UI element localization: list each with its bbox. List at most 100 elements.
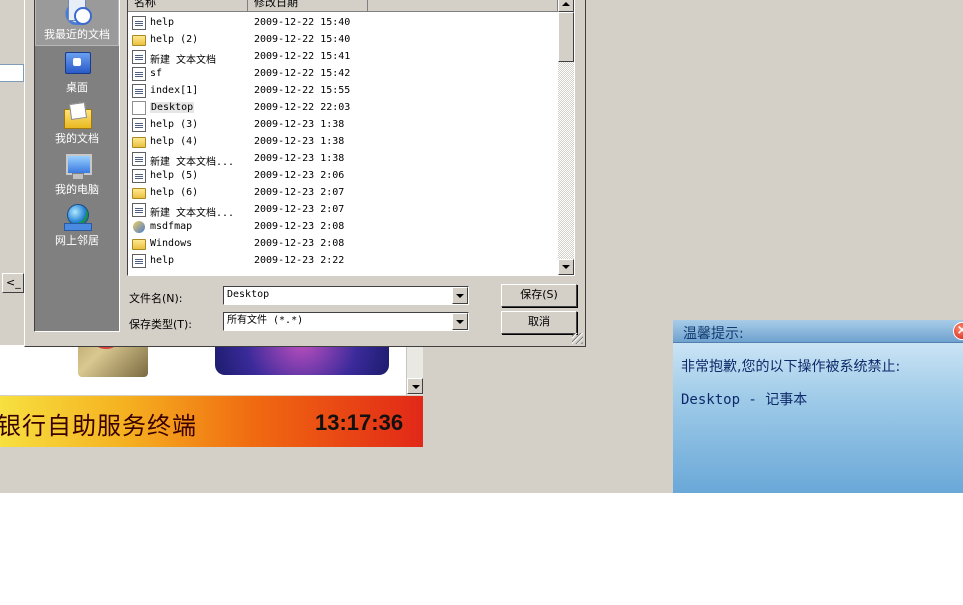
resize-grip-icon[interactable] (572, 333, 583, 344)
file-icon (132, 16, 146, 30)
promo-image-left[interactable] (78, 345, 148, 377)
place-network[interactable]: 网上邻居 (35, 203, 119, 253)
cancel-button[interactable]: 取消 (501, 311, 577, 334)
file-row[interactable]: Windows 2009-12-23 2:08 (128, 236, 558, 253)
file-row[interactable]: 新建 文本文档... 2009-12-23 2:07 (128, 202, 558, 219)
place-label: 我的电脑 (55, 183, 99, 196)
recent-documents-icon (62, 0, 92, 25)
file-row[interactable]: help (2) 2009-12-22 15:40 (128, 32, 558, 49)
save-button[interactable]: 保存(S) (501, 284, 577, 307)
file-icon (132, 84, 146, 98)
notification-title: 温馨提示: (683, 326, 744, 342)
file-date: 2009-12-23 1:38 (254, 119, 345, 130)
place-desktop[interactable]: 桌面 (35, 50, 119, 100)
kiosk-left-frame: <_ (0, 0, 24, 345)
file-row[interactable]: help (6) 2009-12-23 2:07 (128, 185, 558, 202)
file-row[interactable]: 新建 文本文档 2009-12-22 15:41 (128, 49, 558, 66)
filetype-dropdown-button[interactable] (452, 313, 468, 330)
file-icon (132, 254, 146, 268)
scroll-down-button[interactable] (558, 259, 574, 275)
file-row[interactable]: sf 2009-12-22 15:42 (128, 66, 558, 83)
notification-message: 非常抱歉,您的以下操作被系统禁止: (681, 359, 901, 375)
folder-icon (132, 239, 146, 250)
promo-image-right[interactable] (215, 345, 389, 375)
file-icon (132, 118, 146, 132)
file-name: help (5) (150, 170, 199, 181)
kiosk-scroll-left-button[interactable]: <_ (2, 273, 24, 293)
scroll-thumb[interactable] (558, 12, 574, 62)
file-date: 2009-12-23 1:38 (254, 153, 345, 164)
kiosk-content-area (0, 345, 406, 395)
notification-blocked-app: Desktop - 记事本 (681, 392, 808, 408)
file-row[interactable]: 新建 文本文档... 2009-12-23 1:38 (128, 151, 558, 168)
place-recent-documents[interactable]: 我最近的文档 (35, 0, 119, 46)
file-date: 2009-12-22 15:40 (254, 17, 351, 28)
filetype-value: 所有文件 (*.*) (227, 315, 304, 326)
file-date: 2009-12-23 2:22 (254, 255, 345, 266)
file-icon (132, 50, 146, 64)
desktop-icon (62, 50, 92, 78)
kiosk-title: 银行自助服务终端 (0, 412, 197, 440)
file-row[interactable]: help (3) 2009-12-23 1:38 (128, 117, 558, 134)
file-name: index[1] (150, 85, 199, 96)
file-date: 2009-12-23 2:07 (254, 187, 345, 198)
filename-dropdown-button[interactable] (452, 287, 468, 304)
file-name: msdfmap (150, 221, 193, 232)
file-row[interactable]: index[1] 2009-12-22 15:55 (128, 83, 558, 100)
network-places-icon (62, 203, 92, 231)
folder-icon (132, 188, 146, 199)
scroll-up-button[interactable] (558, 0, 574, 12)
place-label: 网上邻居 (55, 234, 99, 247)
file-row[interactable]: help 2009-12-23 2:22 (128, 253, 558, 270)
folder-icon (132, 35, 146, 46)
file-list[interactable]: 名称 修改日期 help 2009-12-22 15:40 help (2) 2009… (127, 0, 575, 276)
file-date: 2009-12-22 15:55 (254, 85, 351, 96)
place-label: 我的文档 (55, 132, 99, 145)
file-name: 新建 文本文档 (150, 55, 217, 66)
filename-combobox[interactable]: Desktop (223, 286, 469, 305)
file-name: help (150, 255, 175, 266)
filename-value: Desktop (227, 289, 270, 300)
file-date: 2009-12-22 22:03 (254, 102, 351, 113)
kiosk-footer-banner: 银行自助服务终端 13:17:36 (0, 396, 423, 447)
file-date: 2009-12-23 1:38 (254, 136, 345, 147)
place-my-computer[interactable]: 我的电脑 (35, 152, 119, 202)
file-row[interactable]: Desktop 2009-12-22 22:03 (128, 100, 558, 117)
file-name: help (4) (150, 136, 199, 147)
file-row[interactable]: msdfmap 2009-12-23 2:08 (128, 219, 558, 236)
my-computer-icon (62, 152, 92, 180)
warning-notification: 温馨提示: × 非常抱歉,您的以下操作被系统禁止: Desktop - 记事本 (673, 320, 963, 493)
file-name: 新建 文本文档... (150, 157, 235, 168)
file-date: 2009-12-23 2:07 (254, 204, 345, 215)
application-icon (132, 220, 146, 234)
file-name: Windows (150, 238, 193, 249)
file-date: 2009-12-23 2:06 (254, 170, 345, 181)
file-name: 新建 文本文档... (150, 208, 235, 219)
place-my-documents[interactable]: 我的文档 (35, 101, 119, 151)
kiosk-scroll-down-button[interactable] (407, 378, 423, 394)
file-date: 2009-12-22 15:40 (254, 34, 351, 45)
file-name: help (6) (150, 187, 199, 198)
file-name: help (150, 17, 175, 28)
folder-icon (132, 137, 146, 148)
file-icon (132, 152, 146, 166)
file-row[interactable]: help (4) 2009-12-23 1:38 (128, 134, 558, 151)
file-row[interactable]: help 2009-12-22 15:40 (128, 15, 558, 32)
kiosk-left-input[interactable] (0, 64, 24, 82)
file-name: Desktop (150, 102, 195, 113)
filetype-label: 保存类型(T): (129, 318, 193, 331)
place-label: 我最近的文档 (44, 28, 110, 41)
file-list-scrollbar[interactable] (558, 0, 574, 275)
notification-titlebar: 温馨提示: (673, 320, 963, 343)
column-header-empty[interactable] (368, 0, 558, 12)
save-dialog: 我最近的文档 桌面 我的文档 我的电脑 网上邻居 名称 修改日期 help 200… (24, 0, 586, 347)
file-name: help (3) (150, 119, 199, 130)
filename-label: 文件名(N): (129, 292, 183, 305)
column-header-name[interactable]: 名称 (128, 0, 248, 12)
filetype-combobox[interactable]: 所有文件 (*.*) (223, 312, 469, 331)
file-icon (132, 169, 146, 183)
file-icon (132, 101, 146, 115)
file-icon (132, 203, 146, 217)
column-header-modified[interactable]: 修改日期 (248, 0, 368, 12)
file-row[interactable]: help (5) 2009-12-23 2:06 (128, 168, 558, 185)
